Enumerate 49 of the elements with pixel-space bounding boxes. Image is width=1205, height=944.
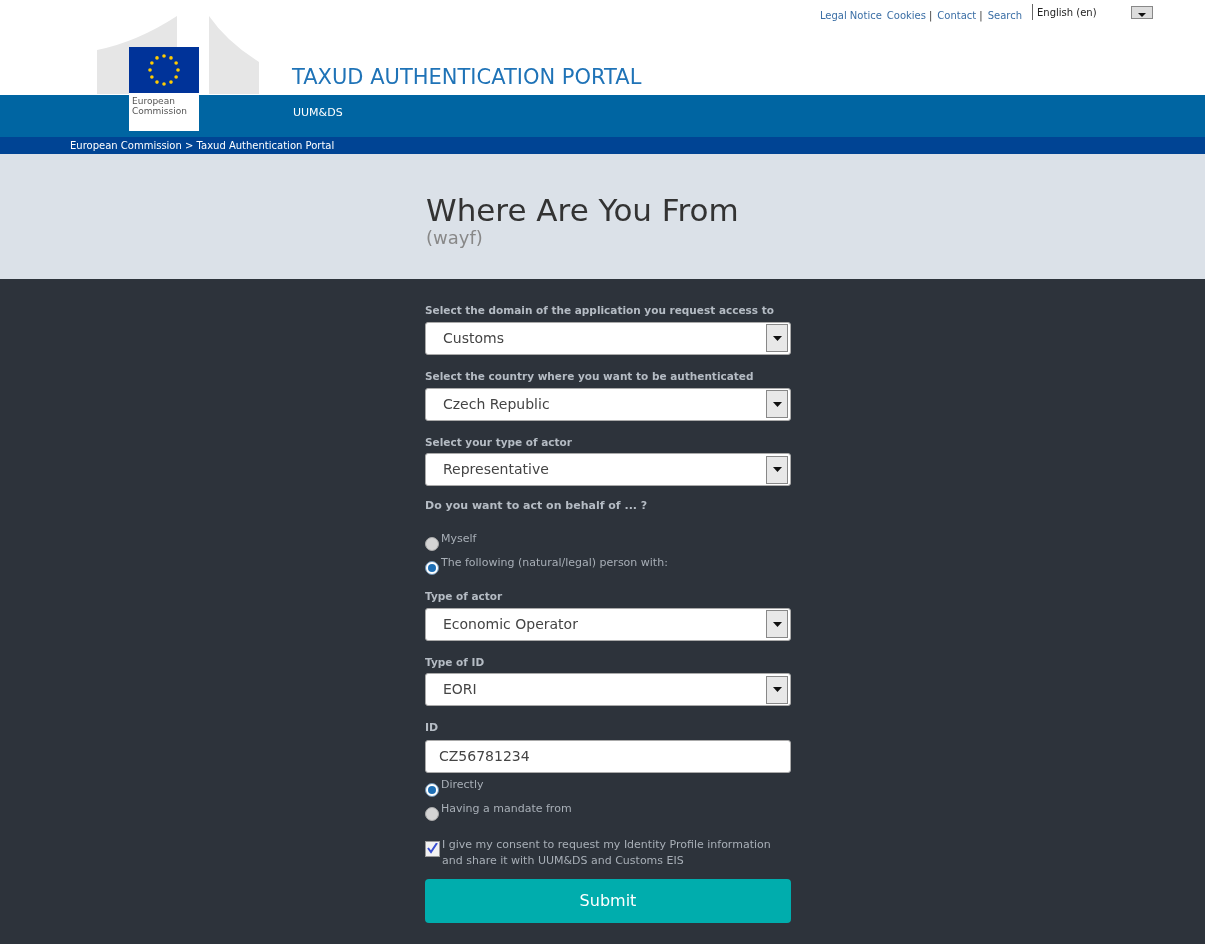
logo-text: European Commission	[131, 95, 188, 116]
radio-button[interactable]	[425, 560, 439, 575]
eu-flag-icon	[129, 47, 199, 93]
input-field[interactable]: CZ56781234	[425, 739, 791, 773]
dropdown-arrow-button[interactable]	[766, 455, 788, 484]
dropdown-field[interactable]: Economic Operator	[425, 607, 791, 641]
link-separator: |	[929, 9, 933, 23]
dropdown-field[interactable]: EORI	[425, 673, 791, 707]
radio-button[interactable]	[425, 536, 439, 551]
page-title: Where Are You From	[426, 192, 740, 228]
dropdown-field[interactable]: Representative	[425, 453, 791, 487]
dropdown-field[interactable]: Czech Republic	[425, 387, 791, 421]
portal-subtitle: UUM&DS	[293, 106, 343, 119]
consent-text: I give my consent to request my Identity Profile information and share it with UUM&DS and Customs EIS	[442, 836, 772, 869]
radio-label: The following (natural/legal) person with:	[441, 554, 668, 571]
header-link[interactable]: Contact	[937, 8, 977, 23]
caret-icon	[772, 467, 782, 473]
radio-label: Directly	[441, 776, 484, 793]
caret-icon	[772, 335, 782, 341]
breadcrumb: European Commission > Taxud Authentication Portal	[70, 139, 335, 153]
checkmark-icon	[427, 843, 438, 855]
dropdown-arrow-button[interactable]	[766, 675, 788, 704]
checkbox[interactable]	[425, 840, 440, 857]
dropdown-field[interactable]: Customs	[425, 321, 791, 355]
field-label: Select the country where you want to be authenticated	[425, 368, 755, 384]
field-label: ID	[425, 720, 440, 737]
field-label: Type of ID	[425, 654, 486, 670]
caret-icon	[772, 687, 782, 693]
field-label: Select your type of actor	[425, 434, 573, 450]
portal-title: TAXUD AUTHENTICATION PORTAL	[292, 67, 642, 88]
header-link[interactable]: Legal Notice	[819, 8, 882, 23]
caret-icon	[772, 621, 782, 627]
radio-button[interactable]	[425, 806, 439, 821]
page-subtitle: (wayf)	[426, 228, 484, 248]
header-link[interactable]: Search	[987, 8, 1022, 23]
dropdown-arrow-button[interactable]	[766, 390, 788, 418]
caret-icon	[1131, 5, 1153, 19]
language-select[interactable]: English (en)	[1032, 4, 1153, 20]
dropdown-arrow-button[interactable]	[766, 324, 788, 353]
question-text: Do you want to act on behalf of ... ?	[425, 498, 649, 515]
field-label: Select the domain of the application you request access to	[425, 303, 775, 318]
radio-label: Myself	[441, 530, 477, 547]
field-label: Type of actor	[425, 588, 504, 604]
radio-label: Having a mandate from	[441, 800, 572, 817]
header-link[interactable]: Cookies	[886, 8, 926, 23]
caret-icon	[772, 401, 782, 407]
dropdown-arrow-button[interactable]	[766, 610, 788, 638]
link-separator: |	[979, 9, 983, 23]
radio-button[interactable]	[425, 782, 439, 797]
